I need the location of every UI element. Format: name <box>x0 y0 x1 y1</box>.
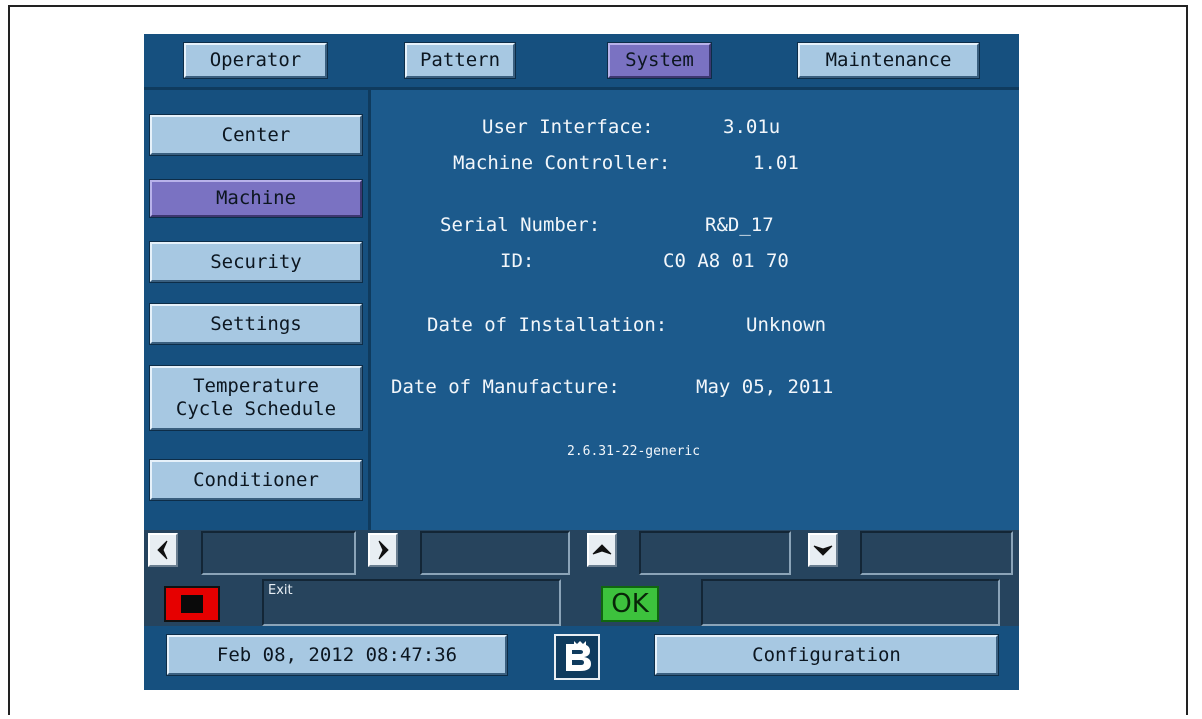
serial-number-value: R&D_17 <box>705 214 774 236</box>
down-arrow-icon[interactable] <box>808 533 838 567</box>
manufacture-date-label: Date of Manufacture: <box>391 376 620 398</box>
tab-operator[interactable]: Operator <box>183 42 328 79</box>
user-interface-value: 3.01u <box>723 116 781 138</box>
sidebar-item-temperature-cycle-schedule[interactable]: Temperature Cycle Schedule <box>149 365 363 431</box>
up-arrow-icon[interactable] <box>587 533 617 567</box>
datetime-display[interactable]: Feb 08, 2012 08:47:36 <box>166 634 508 676</box>
tab-pattern[interactable]: Pattern <box>404 42 516 79</box>
brand-logo-icon[interactable] <box>554 634 600 680</box>
tab-maintenance[interactable]: Maintenance <box>797 42 980 79</box>
id-label: ID: <box>500 250 535 272</box>
status-field <box>701 579 1000 626</box>
machine-controller-value: 1.01 <box>753 152 799 174</box>
serial-number-label: Serial Number: <box>440 214 601 236</box>
down-value-field[interactable] <box>860 531 1013 575</box>
installation-date-value: Unknown <box>746 314 827 336</box>
bottom-bar: Feb 08, 2012 08:47:36 Configuration <box>144 626 1019 690</box>
manufacture-date-value: May 05, 2011 <box>696 376 834 398</box>
id-value: C0 A8 01 70 <box>663 250 789 272</box>
left-value-field[interactable] <box>201 531 356 575</box>
sidebar-item-settings[interactable]: Settings <box>149 303 363 345</box>
tab-system[interactable]: System <box>607 42 712 79</box>
configuration-button[interactable]: Configuration <box>654 634 999 676</box>
up-value-field[interactable] <box>639 531 791 575</box>
sidebar-item-conditioner[interactable]: Conditioner <box>149 459 363 501</box>
top-tab-bar: Operator Pattern System Maintenance <box>144 34 1019 90</box>
sidebar: Center Machine Security Settings Tempera… <box>144 90 371 530</box>
ok-button[interactable]: OK <box>601 586 659 622</box>
machine-info-panel: User Interface: 3.01u Machine Controller… <box>371 90 1019 530</box>
machine-controller-label: Machine Controller: <box>453 152 671 174</box>
stop-button[interactable] <box>164 586 220 622</box>
left-arrow-icon[interactable] <box>148 533 178 567</box>
user-interface-label: User Interface: <box>482 116 654 138</box>
installation-date-label: Date of Installation: <box>427 314 668 336</box>
machine-screen: Operator Pattern System Maintenance Cent… <box>144 34 1019 690</box>
right-arrow-icon[interactable] <box>368 533 398 567</box>
exit-message-field: Exit <box>262 579 561 626</box>
kernel-version: 2.6.31-22-generic <box>567 444 701 459</box>
control-area: Exit OK <box>144 530 1019 626</box>
right-value-field[interactable] <box>420 531 570 575</box>
stop-icon <box>181 595 203 613</box>
sidebar-item-machine[interactable]: Machine <box>149 179 363 218</box>
sidebar-item-center[interactable]: Center <box>149 114 363 156</box>
sidebar-item-security[interactable]: Security <box>149 241 363 283</box>
